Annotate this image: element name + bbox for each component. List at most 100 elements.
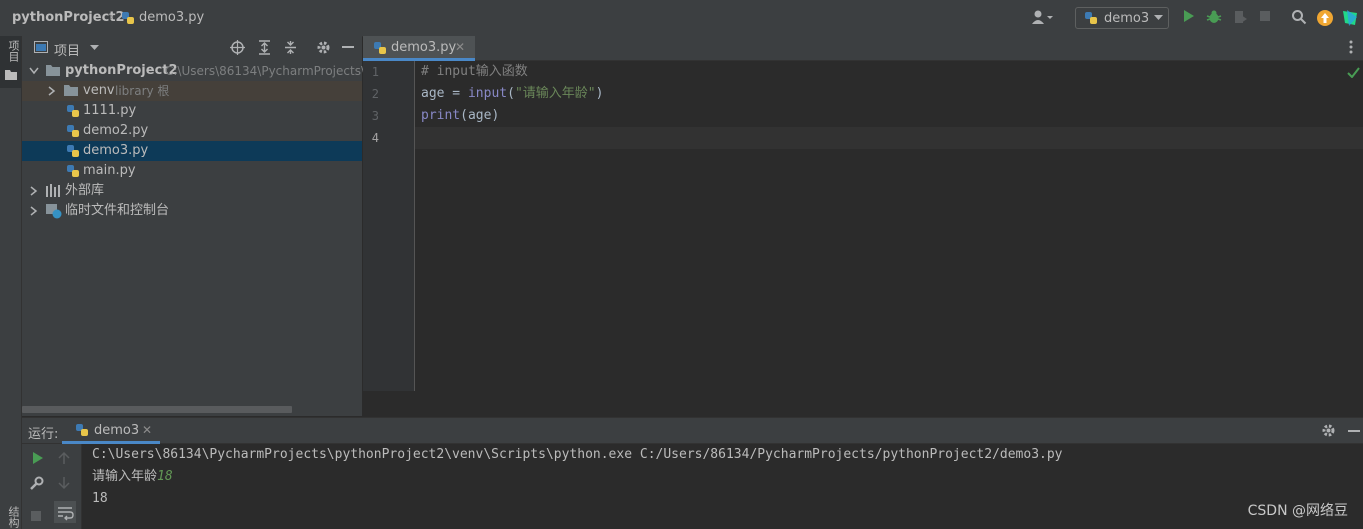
wrench-icon[interactable] [29,476,44,491]
run-panel-header: 运行: demo3 ✕ [22,417,1363,444]
code-token: (age) [460,108,500,123]
tree-item-label: demo2.py [83,123,149,138]
code-line: # input输入函数 [421,61,528,83]
code-token: input [467,86,508,101]
code-line: age = input("请输入年龄") [421,83,603,105]
code-token: age = [421,86,468,101]
python-file-icon [66,104,80,118]
code-token: ) [595,86,604,101]
console-user-input: 18 [157,469,173,484]
project-panel-title[interactable]: 项目 [54,40,80,59]
console-result-line: 18 [92,491,108,506]
console-prompt: 请输入年龄 [92,469,158,484]
tree-item-label: 临时文件和控制台 [65,203,170,218]
left-tool-strip: 项目 结构 [0,36,22,529]
minimize-icon[interactable] [342,46,354,48]
project-view-icon [34,41,48,53]
tab-demo3[interactable]: demo3.py ✕ [363,36,475,61]
scroll-up-icon[interactable] [58,451,70,465]
structure-tool-tab[interactable]: 结构 [5,506,21,528]
close-icon[interactable]: ✕ [142,423,152,437]
tree-item-file[interactable]: demo2.py [22,121,362,141]
run-icon[interactable] [1181,9,1199,27]
tree-item-venv[interactable]: venv library 根 [22,81,362,101]
stop-icon[interactable] [30,510,42,522]
code-editor[interactable]: # input输入函数 age = input("请输入年龄") print(age… [415,61,1363,391]
chevron-right-icon[interactable] [30,206,38,216]
run-config-selector[interactable]: demo3 [1075,7,1169,29]
python-file-icon [66,144,80,158]
run-toolbar [22,444,82,529]
minimize-icon[interactable] [1348,430,1360,432]
update-icon[interactable] [1316,9,1334,27]
library-icon [46,184,61,197]
chevron-down-icon [1154,15,1163,21]
console-prompt-line: 请输入年龄18 [92,466,173,488]
gear-icon[interactable] [1321,423,1336,438]
tree-item-scratches[interactable]: 临时文件和控制台 [22,201,362,221]
tree-item-label: demo3.py [83,143,149,158]
horizontal-scrollbar[interactable] [22,406,292,413]
line-number: 3 [371,109,379,123]
editor-tab-bar: demo3.py ✕ [363,36,1363,61]
more-vertical-icon[interactable] [1349,40,1353,54]
coverage-icon[interactable] [1232,9,1250,27]
tree-item-label: venv [83,83,115,98]
folder-icon [5,70,17,80]
python-file-icon [121,11,135,25]
title-bar: pythonProject2 › demo3.py demo3 [0,0,1363,37]
tree-item-project-root[interactable]: pythonProject2 C:\Users\86134\PycharmPro… [22,61,373,81]
search-icon[interactable] [1291,9,1309,27]
run-tab-label: demo3 [94,423,140,438]
scroll-down-icon[interactable] [58,476,70,490]
debug-icon[interactable] [1206,9,1224,27]
chevron-right-icon[interactable] [30,186,38,196]
editor-empty-area [363,391,1363,416]
chevron-right-icon[interactable] [48,86,56,96]
tree-item-path: C:\Users\86134\PycharmProjects\p [165,64,373,78]
line-number: 2 [371,87,379,101]
breadcrumb-file[interactable]: demo3.py [139,10,204,25]
code-token: "请输入年龄" [514,86,596,101]
locate-icon[interactable] [230,40,245,55]
tree-item-label: pythonProject2 [65,63,178,78]
scratch-icon [46,204,62,219]
run-console-output[interactable]: C:\Users\86134\PycharmProjects\pythonPro… [82,444,1363,529]
folder-icon [46,64,60,76]
tree-item-file[interactable]: 1111.py [22,101,362,121]
run-config-label: demo3 [1104,11,1150,26]
project-tool-tab-label: 项目 [7,40,20,62]
user-icon[interactable] [1031,9,1053,27]
python-file-icon [66,124,80,138]
python-config-icon [1084,11,1098,25]
close-icon[interactable]: ✕ [455,40,465,54]
tree-item-external-libraries[interactable]: 外部库 [22,181,362,201]
expand-all-icon[interactable] [257,40,272,55]
project-panel: 项目 pythonProject2 C:\Users\86134\Pycharm… [22,36,373,416]
caret-line-highlight [415,127,1363,149]
tree-item-label: 外部库 [65,183,105,198]
watermark: CSDN @网络豆 [1247,503,1348,519]
breadcrumb-project[interactable]: pythonProject2 [12,10,125,25]
gear-icon[interactable] [316,40,331,55]
breadcrumb-separator-icon: › [109,10,115,25]
code-token: ( [507,86,515,101]
run-panel-label: 运行: [28,427,59,442]
soft-wrap-icon[interactable] [54,501,76,523]
code-token: # input输入函数 [421,64,528,79]
project-tool-tab[interactable]: 项目 [0,36,21,88]
run-tab-demo3[interactable]: demo3 ✕ [62,418,160,444]
pycharm-logo-icon[interactable] [1341,9,1359,27]
console-command-line: C:\Users\86134\PycharmProjects\pythonPro… [92,447,1063,462]
tab-label: demo3.py [391,40,457,55]
chevron-down-icon[interactable] [29,67,39,75]
code-line: print(age) [421,105,499,127]
rerun-icon[interactable] [30,451,44,465]
python-file-icon [75,423,89,437]
tree-item-file-selected[interactable]: demo3.py [22,141,362,161]
collapse-all-icon[interactable] [283,40,298,55]
line-number-gutter: 1 2 3 4 [363,61,415,391]
chevron-down-icon[interactable] [90,45,99,51]
tree-item-file[interactable]: main.py [22,161,362,181]
stop-icon[interactable] [1258,9,1276,27]
